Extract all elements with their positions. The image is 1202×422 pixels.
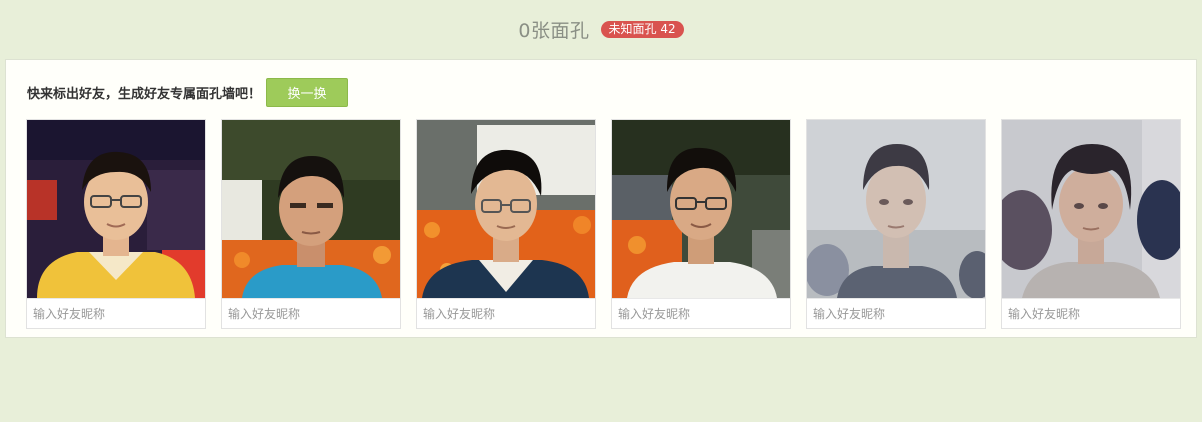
tag-friends-prompt: 快来标出好友，生成好友专属面孔墙吧！: [27, 86, 262, 102]
face-tagging-panel: 快来标出好友，生成好友专属面孔墙吧！ 换一换: [5, 59, 1197, 338]
prompt-row: 快来标出好友，生成好友专属面孔墙吧！ 换一换: [27, 77, 349, 107]
swap-faces-button[interactable]: 换一换: [266, 77, 349, 107]
friend-nickname-input[interactable]: [807, 298, 985, 328]
page-header: 0张面孔 未知面孔 42: [0, 16, 1202, 42]
face-card: [221, 119, 401, 329]
friend-nickname-input[interactable]: [222, 298, 400, 328]
face-card: [1001, 119, 1181, 329]
face-card: [806, 119, 986, 329]
face-photo[interactable]: [1002, 120, 1180, 298]
face-count-title: 0张面孔: [518, 19, 590, 42]
face-photo[interactable]: [612, 120, 790, 298]
friend-nickname-input[interactable]: [417, 298, 595, 328]
friend-nickname-input[interactable]: [1002, 298, 1180, 328]
face-card: [26, 119, 206, 329]
friend-nickname-input[interactable]: [27, 298, 205, 328]
unknown-faces-badge[interactable]: 未知面孔 42: [600, 20, 684, 38]
face-card: [611, 119, 791, 329]
face-photo[interactable]: [807, 120, 985, 298]
face-grid: [26, 119, 1181, 329]
face-photo[interactable]: [27, 120, 205, 298]
face-photo[interactable]: [222, 120, 400, 298]
friend-nickname-input[interactable]: [612, 298, 790, 328]
face-card: [416, 119, 596, 329]
face-photo[interactable]: [417, 120, 595, 298]
